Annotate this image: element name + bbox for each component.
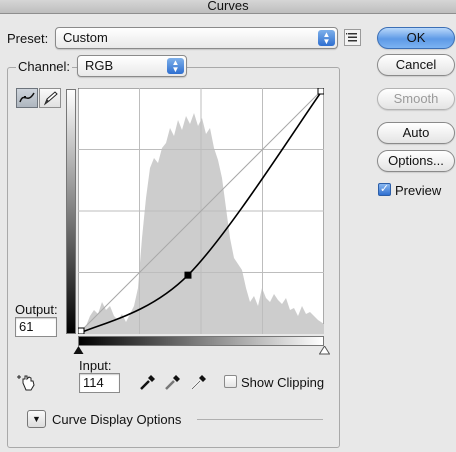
preview-checkbox[interactable]: ✓ bbox=[378, 183, 391, 196]
auto-button[interactable]: Auto bbox=[377, 122, 455, 144]
list-menu-icon[interactable] bbox=[344, 29, 361, 46]
curve-pencil-tool-icon bbox=[19, 92, 35, 103]
curves-graph[interactable] bbox=[78, 88, 324, 334]
output-field[interactable]: 61 bbox=[15, 317, 57, 337]
output-label: Output: bbox=[15, 302, 58, 317]
pencil-icon bbox=[43, 91, 58, 106]
curve-control-point[interactable] bbox=[184, 271, 192, 279]
curve-control-point[interactable] bbox=[317, 88, 324, 95]
disclosure-triangle-icon[interactable]: ▼ bbox=[27, 410, 46, 428]
curve-control-point[interactable] bbox=[78, 327, 85, 334]
pencil-tool-button[interactable] bbox=[39, 88, 61, 108]
options-button[interactable]: Options... bbox=[377, 150, 455, 172]
window-title-bar: Curves bbox=[0, 0, 456, 14]
dropdown-arrows-icon: ▲ ▼ bbox=[167, 58, 184, 74]
channel-dropdown[interactable]: RGB ▲ ▼ bbox=[77, 55, 187, 77]
channel-label: Channel: bbox=[16, 59, 73, 74]
smooth-button[interactable]: Smooth bbox=[377, 88, 455, 110]
cancel-button[interactable]: Cancel bbox=[377, 54, 455, 76]
input-gradient-bar bbox=[78, 336, 324, 346]
white-point-slider[interactable] bbox=[319, 346, 330, 355]
input-label: Input: bbox=[79, 358, 112, 373]
gray-point-eyedropper-icon[interactable] bbox=[163, 372, 183, 392]
preview-label: Preview bbox=[395, 183, 442, 198]
black-point-slider[interactable] bbox=[73, 346, 84, 355]
targeted-adjustment-hand-icon[interactable] bbox=[17, 372, 39, 392]
curve-display-options-label: Curve Display Options bbox=[52, 412, 182, 427]
dropdown-arrows-icon: ▲ ▼ bbox=[318, 30, 335, 46]
output-gradient-bar bbox=[66, 89, 76, 334]
window-title: Curves bbox=[207, 0, 249, 13]
ok-button[interactable]: OK bbox=[377, 27, 455, 49]
section-divider bbox=[197, 419, 323, 420]
preset-dropdown[interactable]: Custom ▲ ▼ bbox=[55, 27, 338, 49]
curve-tool-button[interactable] bbox=[16, 88, 38, 108]
preset-value: Custom bbox=[63, 30, 108, 45]
input-field[interactable]: 114 bbox=[79, 373, 120, 393]
channel-value: RGB bbox=[85, 58, 114, 73]
show-clipping-label: Show Clipping bbox=[241, 375, 325, 390]
white-point-eyedropper-icon[interactable] bbox=[189, 372, 209, 392]
black-point-eyedropper-icon[interactable] bbox=[138, 372, 158, 392]
preset-label: Preset: bbox=[7, 31, 49, 46]
show-clipping-checkbox[interactable] bbox=[224, 375, 237, 388]
